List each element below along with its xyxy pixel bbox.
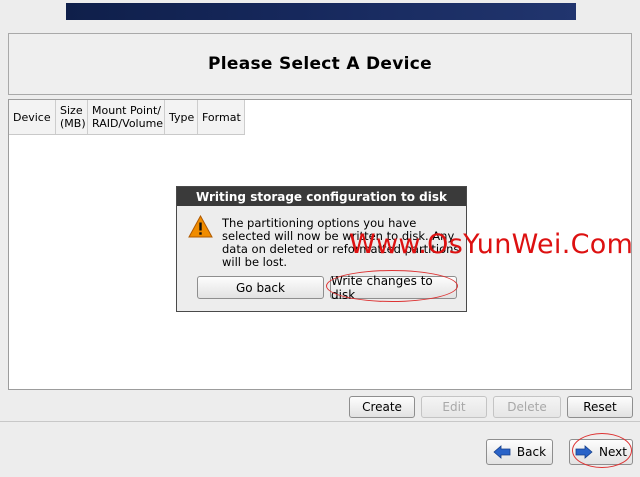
next-label: Next: [599, 445, 627, 459]
watermark-text: Www.OsYunWei.Com: [349, 229, 634, 260]
next-button[interactable]: Next: [569, 439, 633, 465]
column-mount-point[interactable]: Mount Point/ RAID/Volume: [88, 100, 165, 134]
separator: [0, 421, 640, 422]
column-device[interactable]: Device: [9, 100, 56, 134]
column-format[interactable]: Format: [198, 100, 245, 134]
column-type[interactable]: Type: [165, 100, 198, 134]
reset-button[interactable]: Reset: [567, 396, 633, 418]
edit-button[interactable]: Edit: [421, 396, 487, 418]
create-button[interactable]: Create: [349, 396, 415, 418]
top-banner: [66, 3, 576, 20]
back-button[interactable]: Back: [486, 439, 553, 465]
delete-button[interactable]: Delete: [493, 396, 561, 418]
dialog-title: Writing storage configuration to disk: [177, 187, 466, 206]
go-back-button[interactable]: Go back: [197, 276, 324, 299]
page-header: Please Select A Device: [8, 33, 632, 95]
arrow-right-icon: [575, 445, 593, 459]
back-label: Back: [516, 445, 547, 459]
arrow-left-icon: [493, 445, 511, 459]
table-header: Device Size (MB) Mount Point/ RAID/Volum…: [9, 100, 245, 135]
page-title: Please Select A Device: [208, 54, 432, 74]
warning-icon: [188, 215, 213, 238]
write-changes-button[interactable]: Write changes to disk: [330, 274, 457, 302]
column-size[interactable]: Size (MB): [56, 100, 88, 134]
